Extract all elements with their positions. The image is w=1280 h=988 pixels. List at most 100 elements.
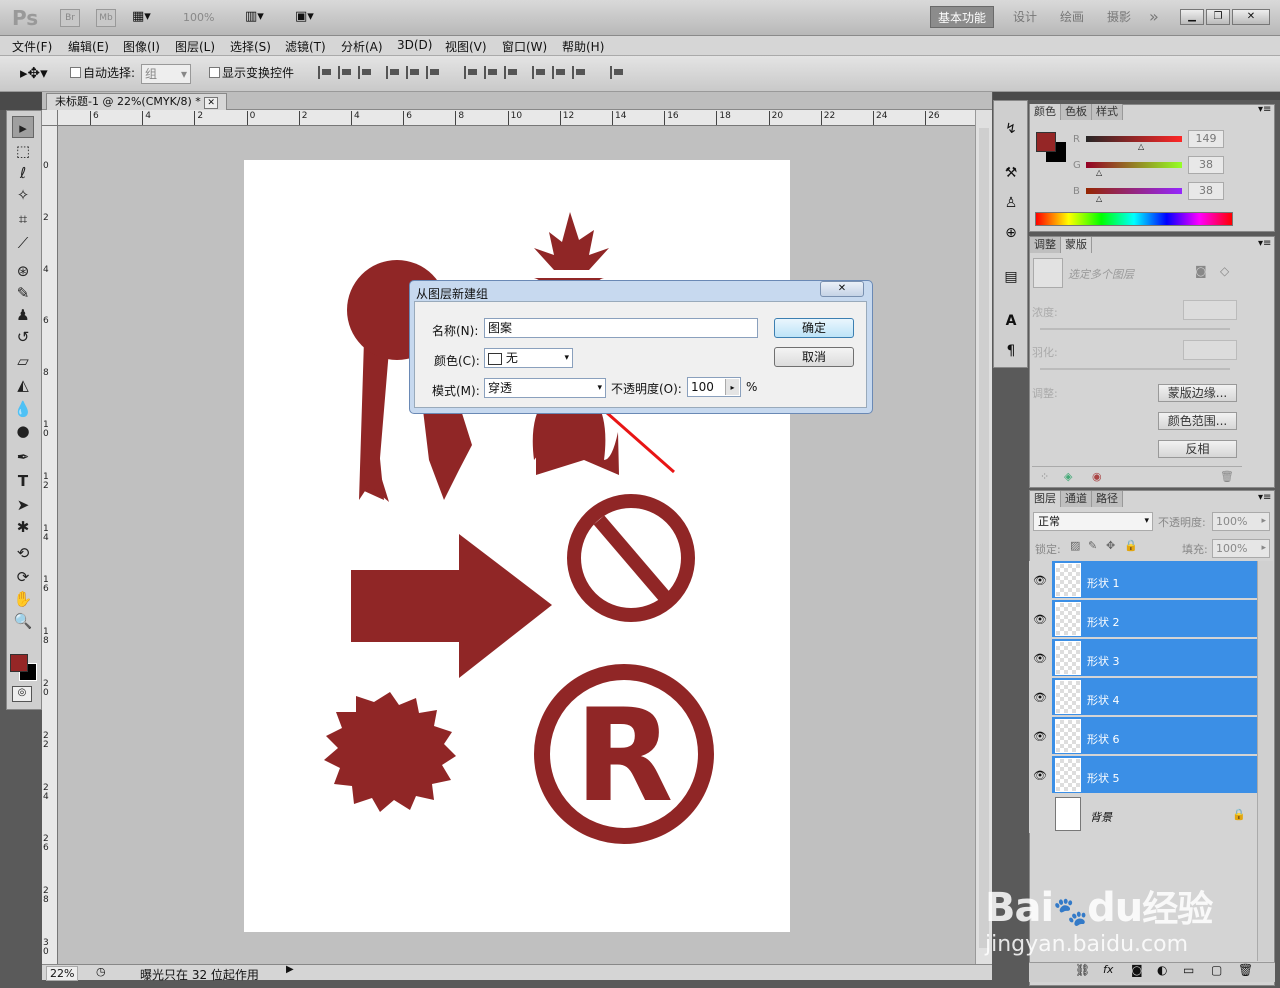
background-layer-name[interactable]: 背景 xyxy=(1090,809,1112,825)
tab-styles[interactable]: 样式 xyxy=(1092,104,1123,120)
ok-button[interactable]: 确定 xyxy=(774,318,854,338)
distribute-top-icon[interactable] xyxy=(464,66,478,79)
visibility-eye-icon[interactable]: 👁 xyxy=(1032,652,1048,665)
tab-color[interactable]: 颜色 xyxy=(1030,104,1061,120)
type-tool-icon[interactable]: T xyxy=(12,470,34,492)
workspace-painting[interactable]: 绘画 xyxy=(1053,6,1091,28)
auto-select-dropdown[interactable]: 组 ▾ xyxy=(141,64,191,84)
arrange-documents-icon[interactable]: ▥▾ xyxy=(245,9,264,24)
workspace-photography[interactable]: 摄影 xyxy=(1100,6,1138,28)
hand-tool-icon[interactable]: ✋ xyxy=(12,588,34,610)
menu-3d[interactable]: 3D(D) xyxy=(397,38,432,52)
clone-stamp-tool-icon[interactable]: ♟ xyxy=(12,304,34,326)
dialog-close-button[interactable]: ✕ xyxy=(820,281,864,297)
menu-filter[interactable]: 滤镜(T) xyxy=(285,38,326,55)
tab-swatches[interactable]: 色板 xyxy=(1061,104,1092,120)
brush-presets-icon[interactable]: ⚒ xyxy=(1000,162,1022,184)
spot-healing-tool-icon[interactable]: ⊛ xyxy=(12,260,34,282)
visibility-eye-icon[interactable]: 👁 xyxy=(1032,691,1048,704)
lock-all-icon[interactable]: 🔒 xyxy=(1124,539,1138,552)
pixel-mask-icon[interactable]: ◙ xyxy=(1195,264,1207,278)
pen-tool-icon[interactable]: ✒ xyxy=(12,446,34,468)
adjustment-layer-icon[interactable]: ◐ xyxy=(1157,963,1167,977)
tab-channels[interactable]: 通道 xyxy=(1061,491,1092,507)
lock-transparent-icon[interactable]: ▨ xyxy=(1070,539,1080,552)
color-range-button[interactable]: 颜色范围... xyxy=(1158,412,1237,430)
delete-layer-icon[interactable]: 🗑 xyxy=(1238,963,1253,977)
layer-name[interactable]: 形状 3 xyxy=(1087,653,1120,669)
path-selection-tool-icon[interactable]: ➤ xyxy=(12,494,34,516)
eyedropper-tool-icon[interactable]: ⟋ xyxy=(12,232,34,254)
layer-name[interactable]: 形状 5 xyxy=(1087,770,1120,786)
quick-select-tool-icon[interactable]: ✧ xyxy=(12,184,34,206)
lasso-tool-icon[interactable]: ℓ xyxy=(12,162,34,184)
layer-name[interactable]: 形状 1 xyxy=(1087,575,1120,591)
density-slider[interactable] xyxy=(1040,328,1230,330)
bridge-button[interactable]: Br xyxy=(60,9,80,27)
visibility-eye-icon[interactable]: 👁 xyxy=(1032,613,1048,626)
color-spectrum-bar[interactable] xyxy=(1035,212,1233,226)
brush-tool-icon[interactable]: ✎ xyxy=(12,282,34,304)
apply-mask-icon[interactable]: ◈ xyxy=(1064,470,1072,483)
show-transform-checkbox[interactable] xyxy=(209,67,220,78)
menu-view[interactable]: 视图(V) xyxy=(445,38,487,55)
restore-button[interactable]: ❐ xyxy=(1206,9,1230,25)
layer-fill-field[interactable]: 100% ▸ xyxy=(1212,539,1270,558)
history-panel-icon[interactable]: ↯ xyxy=(1000,118,1022,140)
vector-mask-icon[interactable]: ◇ xyxy=(1220,264,1229,278)
distribute-vcenter-icon[interactable] xyxy=(484,66,498,79)
history-brush-tool-icon[interactable]: ↺ xyxy=(12,326,34,348)
more-workspaces-icon[interactable]: » xyxy=(1142,6,1166,28)
align-left-icon[interactable] xyxy=(386,66,400,79)
blend-mode-dropdown[interactable]: 正常 ▾ xyxy=(1033,512,1153,531)
close-tab-icon[interactable]: ✕ xyxy=(204,97,218,109)
auto-align-layers-icon[interactable] xyxy=(610,66,624,79)
distribute-bottom-icon[interactable] xyxy=(504,66,518,79)
visibility-eye-icon[interactable]: 👁 xyxy=(1032,769,1048,782)
view-extras-icon[interactable]: ▦▾ xyxy=(132,9,164,27)
tool-presets-icon[interactable]: ⊕ xyxy=(1000,222,1022,244)
link-layers-icon[interactable]: ⛓ xyxy=(1075,963,1090,977)
lock-pixels-icon[interactable]: ✎ xyxy=(1088,539,1097,552)
lock-position-icon[interactable]: ✥ xyxy=(1106,539,1115,552)
document-tab[interactable]: 未标题-1 @ 22%(CMYK/8) * ✕ xyxy=(46,93,227,110)
minimize-button[interactable]: ▁ xyxy=(1180,9,1204,25)
mini-bridge-button[interactable]: Mb xyxy=(96,9,116,27)
layer-name[interactable]: 形状 4 xyxy=(1087,692,1120,708)
tab-layers[interactable]: 图层 xyxy=(1030,491,1061,507)
custom-shape-tool-icon[interactable]: ✱ xyxy=(12,516,34,538)
group-name-input[interactable]: 图案 xyxy=(484,318,758,338)
layer-opacity-field[interactable]: 100% ▸ xyxy=(1212,512,1270,531)
distribute-right-icon[interactable] xyxy=(572,66,586,79)
masks-panel-menu-icon[interactable]: ▾≡ xyxy=(1258,238,1271,249)
blend-mode-select[interactable]: 穿透 ▾ xyxy=(484,378,606,398)
character-panel-icon[interactable]: A xyxy=(1000,310,1022,332)
scroll-thumb[interactable] xyxy=(979,128,989,948)
density-field[interactable] xyxy=(1183,300,1237,320)
color-panel-menu-icon[interactable]: ▾≡ xyxy=(1258,104,1271,115)
add-mask-icon[interactable]: ◙ xyxy=(1131,963,1143,977)
delete-mask-icon[interactable]: 🗑 xyxy=(1220,470,1234,483)
status-menu-arrow-icon[interactable]: ▶ xyxy=(286,964,294,975)
visibility-eye-icon[interactable]: 👁 xyxy=(1032,574,1048,587)
eraser-tool-icon[interactable]: ▱ xyxy=(12,350,34,372)
move-tool-icon[interactable]: ▸ xyxy=(12,116,34,138)
r-slider-thumb-icon[interactable]: △ xyxy=(1138,142,1144,151)
tab-masks[interactable]: 蒙版 xyxy=(1061,237,1092,253)
align-bottom-icon[interactable] xyxy=(358,66,372,79)
menu-layer[interactable]: 图层(L) xyxy=(175,38,215,55)
menu-select[interactable]: 选择(S) xyxy=(230,38,271,55)
close-button[interactable]: ✕ xyxy=(1232,9,1270,25)
dodge-tool-icon[interactable]: ● xyxy=(12,420,34,442)
feather-field[interactable] xyxy=(1183,340,1237,360)
visibility-eye-icon[interactable]: 👁 xyxy=(1032,730,1048,743)
layer-name[interactable]: 形状 6 xyxy=(1087,731,1120,747)
invert-button[interactable]: 反相 xyxy=(1158,440,1237,458)
3d-rotate-tool-icon[interactable]: ⟲ xyxy=(12,542,34,564)
load-selection-icon[interactable]: ⁘ xyxy=(1040,470,1049,483)
layers-panel-menu-icon[interactable]: ▾≡ xyxy=(1258,492,1271,503)
feather-slider[interactable] xyxy=(1040,368,1230,370)
clone-source-icon[interactable]: ♙ xyxy=(1000,192,1022,214)
quick-mask-icon[interactable]: ◎ xyxy=(12,686,32,702)
g-value[interactable]: 38 xyxy=(1188,156,1224,174)
